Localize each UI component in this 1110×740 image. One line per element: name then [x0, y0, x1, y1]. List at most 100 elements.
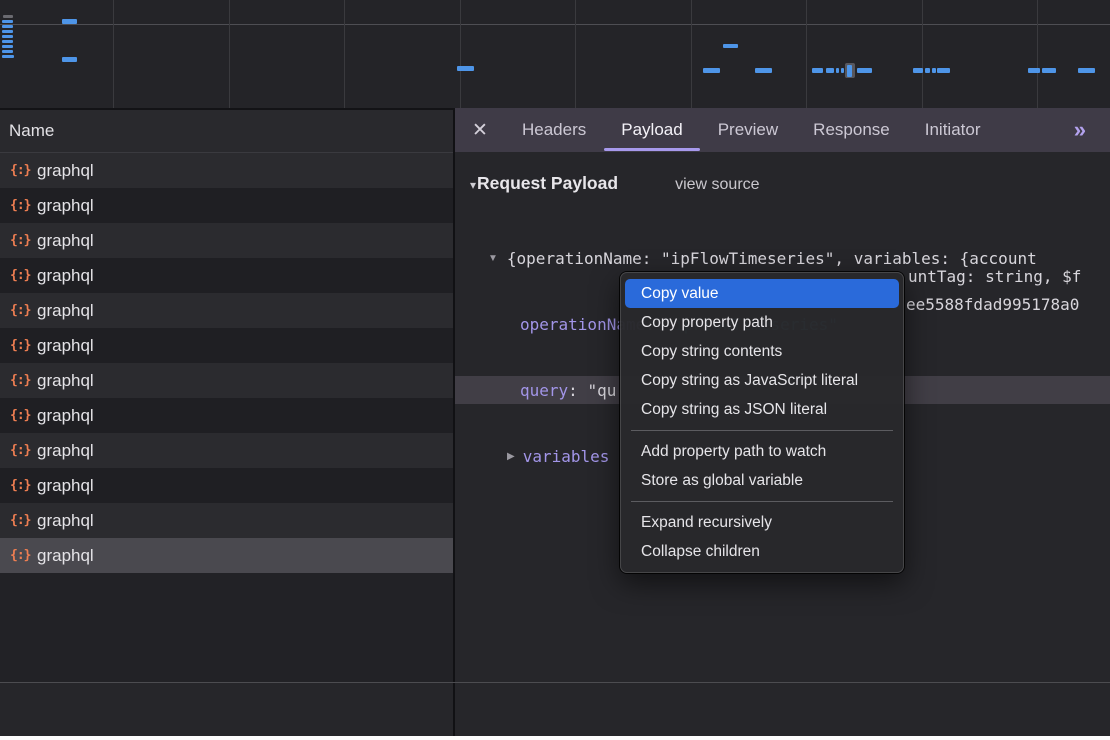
- key-separator: :: [568, 381, 587, 400]
- request-timing-bar[interactable]: [826, 68, 834, 73]
- request-timing-bar[interactable]: [1042, 68, 1056, 73]
- request-list-panel: Name {:}graphql{:}graphql{:}graphql{:}gr…: [0, 110, 455, 682]
- request-row[interactable]: {:}graphql: [0, 468, 453, 503]
- detail-tab-bar: ✕ Headers Payload Preview Response Initiator…: [455, 108, 1110, 152]
- request-timing-bar[interactable]: [932, 68, 936, 73]
- window-bottom-edge: [0, 736, 1110, 740]
- request-payload-section-header[interactable]: ▾Request Payload view source: [455, 152, 1110, 194]
- request-timing-bar[interactable]: [913, 68, 923, 73]
- request-timing-bar[interactable]: [723, 44, 738, 48]
- request-row[interactable]: {:}graphql: [0, 503, 453, 538]
- detail-tabs: Headers Payload Preview Response Initiator: [522, 108, 980, 152]
- variables-clipped-text: ee5588fdad995178a0: [906, 295, 1079, 314]
- menu-item-copy-string-as-javascript-literal[interactable]: Copy string as JavaScript literal: [625, 366, 899, 395]
- more-tabs-icon[interactable]: »: [1074, 108, 1084, 152]
- json-braces-icon: {:}: [10, 303, 36, 318]
- menu-item-copy-string-contents[interactable]: Copy string contents: [625, 337, 899, 366]
- request-name: graphql: [37, 161, 94, 181]
- json-braces-icon: {:}: [10, 373, 36, 388]
- overview-gridline: [575, 0, 576, 108]
- request-timing-bar[interactable]: [2, 30, 13, 33]
- expanded-triangle-icon[interactable]: ▼: [488, 253, 498, 264]
- request-timing-bar[interactable]: [703, 68, 720, 73]
- request-name: graphql: [37, 441, 94, 461]
- request-timing-bar[interactable]: [755, 68, 772, 73]
- request-timing-bar[interactable]: [925, 68, 930, 73]
- menu-item-expand-recursively[interactable]: Expand recursively: [625, 508, 899, 537]
- request-row[interactable]: {:}graphql: [0, 398, 453, 433]
- property-key: query: [520, 381, 568, 400]
- request-timing-bar[interactable]: [857, 68, 872, 73]
- json-braces-icon: {:}: [10, 408, 36, 423]
- menu-separator: [631, 430, 893, 431]
- request-name: graphql: [37, 511, 94, 531]
- request-row[interactable]: {:}graphql: [0, 538, 453, 573]
- request-timing-bar[interactable]: [2, 45, 13, 48]
- collapse-triangle-icon[interactable]: ▾: [470, 178, 476, 192]
- request-timing-bar[interactable]: [2, 55, 14, 58]
- json-braces-icon: {:}: [10, 548, 36, 563]
- name-column-header[interactable]: Name: [0, 110, 453, 153]
- request-row[interactable]: {:}graphql: [0, 258, 453, 293]
- request-timing-bar[interactable]: [62, 19, 77, 24]
- overview-gridline: [806, 0, 807, 108]
- overview-gridline: [229, 0, 230, 108]
- request-list: {:}graphql{:}graphql{:}graphql{:}graphql…: [0, 153, 453, 573]
- summary-bar: [0, 683, 1110, 736]
- request-row[interactable]: {:}graphql: [0, 363, 453, 398]
- request-timing-bar[interactable]: [836, 68, 839, 73]
- request-timing-bar[interactable]: [841, 68, 844, 73]
- menu-item-store-as-global-variable[interactable]: Store as global variable: [625, 466, 899, 495]
- request-name: graphql: [37, 266, 94, 286]
- request-row[interactable]: {:}graphql: [0, 223, 453, 258]
- request-timing-bar[interactable]: [1078, 68, 1095, 73]
- request-name: graphql: [37, 476, 94, 496]
- overview-gridline: [922, 0, 923, 108]
- menu-separator: [631, 501, 893, 502]
- request-timing-bar[interactable]: [3, 15, 13, 18]
- tab-payload[interactable]: Payload: [621, 108, 682, 152]
- json-braces-icon: {:}: [10, 268, 36, 283]
- request-name: graphql: [37, 231, 94, 251]
- request-timing-bar[interactable]: [62, 57, 77, 62]
- request-timing-bar[interactable]: [937, 68, 950, 73]
- tab-initiator[interactable]: Initiator: [925, 108, 981, 152]
- request-timing-bar[interactable]: [457, 66, 474, 71]
- request-name: graphql: [37, 196, 94, 216]
- request-timing-bar[interactable]: [2, 50, 13, 53]
- json-braces-icon: {:}: [10, 478, 36, 493]
- request-row[interactable]: {:}graphql: [0, 153, 453, 188]
- request-name: graphql: [37, 546, 94, 566]
- request-timing-bar[interactable]: [1028, 68, 1040, 73]
- request-row[interactable]: {:}graphql: [0, 328, 453, 363]
- overview-gridline: [344, 0, 345, 108]
- tab-response[interactable]: Response: [813, 108, 890, 152]
- request-name: graphql: [37, 336, 94, 356]
- close-icon[interactable]: ✕: [472, 108, 488, 152]
- overview-gridline: [113, 0, 114, 108]
- json-braces-icon: {:}: [10, 338, 36, 353]
- request-timing-bar[interactable]: [2, 35, 13, 38]
- json-braces-icon: {:}: [10, 443, 36, 458]
- tab-preview[interactable]: Preview: [718, 108, 778, 152]
- request-timing-bar[interactable]: [2, 40, 13, 43]
- tab-headers[interactable]: Headers: [522, 108, 586, 152]
- network-overview-timeline[interactable]: [0, 0, 1110, 110]
- overview-gridline: [1037, 0, 1038, 108]
- view-source-link[interactable]: view source: [675, 176, 759, 194]
- network-main-area: Name {:}graphql{:}graphql{:}graphql{:}gr…: [0, 110, 1110, 682]
- request-timing-bar[interactable]: [2, 20, 13, 23]
- menu-item-add-property-path-to-watch[interactable]: Add property path to watch: [625, 437, 899, 466]
- request-row[interactable]: {:}graphql: [0, 188, 453, 223]
- request-timing-bar[interactable]: [812, 68, 823, 73]
- json-braces-icon: {:}: [10, 163, 36, 178]
- collapsed-triangle-icon[interactable]: ▶: [507, 451, 515, 462]
- request-row[interactable]: {:}graphql: [0, 433, 453, 468]
- menu-item-copy-string-as-json-literal[interactable]: Copy string as JSON literal: [625, 395, 899, 424]
- selected-request-marker: [847, 65, 852, 77]
- request-timing-bar[interactable]: [2, 25, 13, 28]
- menu-item-copy-value[interactable]: Copy value: [625, 279, 899, 308]
- menu-item-copy-property-path[interactable]: Copy property path: [625, 308, 899, 337]
- menu-item-collapse-children[interactable]: Collapse children: [625, 537, 899, 566]
- request-row[interactable]: {:}graphql: [0, 293, 453, 328]
